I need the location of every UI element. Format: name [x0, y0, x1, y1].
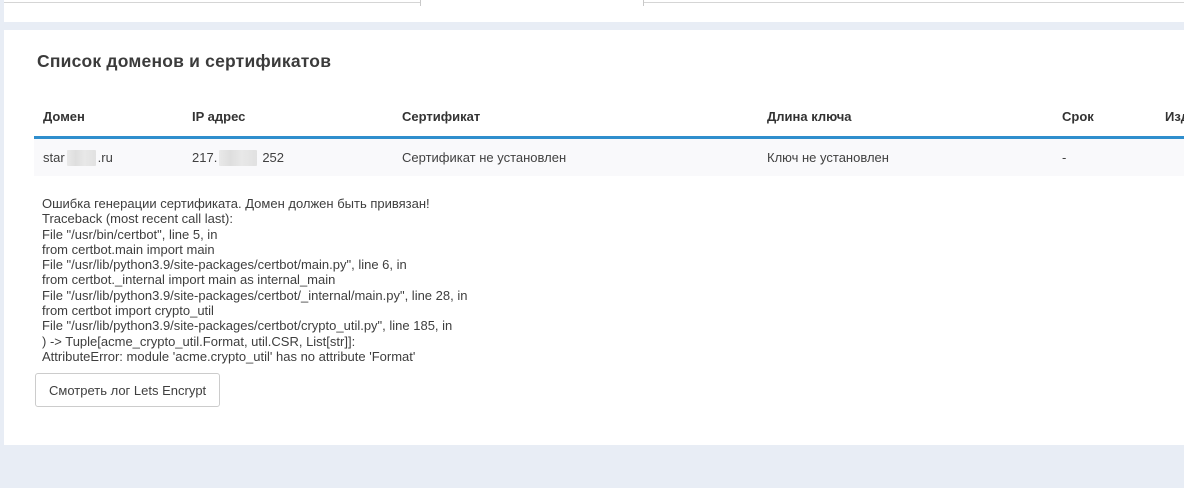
tab-bar	[4, 0, 1184, 22]
tab-segment-active[interactable]	[421, 0, 643, 22]
certificate-error-log: Ошибка генерации сертификата. Домен долж…	[42, 196, 762, 364]
content-card: Список доменов и сертификатов Домен IP а…	[4, 30, 1184, 445]
column-header-certificate: Сертификат	[402, 109, 767, 124]
traceback-line: Traceback (most recent call last):	[42, 211, 762, 226]
traceback-line: from certbot import crypto_util	[42, 303, 762, 318]
view-letsencrypt-log-button[interactable]: Смотреть лог Lets Encrypt	[35, 373, 220, 407]
traceback-line: File "/usr/lib/python3.9/site-packages/c…	[42, 257, 762, 272]
active-tab-left-border	[420, 0, 421, 6]
table-header-row: Домен IP адрес Сертификат Длина ключа Ср…	[34, 109, 1184, 124]
column-header-ip: IP адрес	[192, 109, 402, 124]
domain-cell: star.ru	[43, 150, 192, 166]
traceback-line: File "/usr/bin/certbot", line 5, in	[42, 227, 762, 242]
tab-segment-right[interactable]	[644, 0, 1184, 22]
column-header-term: Срок	[1062, 109, 1165, 124]
tab-divider-left	[4, 2, 420, 3]
tab-segment-left[interactable]	[4, 0, 420, 22]
tab-divider-right	[644, 2, 1184, 3]
term-cell: -	[1062, 150, 1165, 165]
redaction-blur-ip	[219, 150, 257, 166]
column-header-domain: Домен	[43, 109, 192, 124]
active-tab-right-border	[643, 0, 644, 6]
column-header-issuer: Изд	[1165, 109, 1184, 124]
table-row[interactable]: star.ru 217.252 Сертификат не установлен…	[34, 139, 1184, 176]
redaction-blur-domain	[67, 150, 96, 166]
traceback-line: from certbot.main import main	[42, 242, 762, 257]
error-message-line: Ошибка генерации сертификата. Домен долж…	[42, 196, 762, 211]
certificate-cell: Сертификат не установлен	[402, 150, 767, 165]
page: { "theme": { "page_bg": "#e8edf5", "card…	[0, 0, 1184, 488]
key-length-cell: Ключ не установлен	[767, 150, 1062, 165]
column-header-key-length: Длина ключа	[767, 109, 1062, 124]
ip-cell: 217.252	[192, 150, 402, 166]
traceback-line: File "/usr/lib/python3.9/site-packages/c…	[42, 318, 762, 333]
traceback-line: AttributeError: module 'acme.crypto_util…	[42, 349, 762, 364]
traceback-line: from certbot._internal import main as in…	[42, 272, 762, 287]
page-title: Список доменов и сертификатов	[37, 51, 331, 72]
traceback-line: File "/usr/lib/python3.9/site-packages/c…	[42, 288, 762, 303]
traceback-line: ) -> Tuple[acme_crypto_util.Format, util…	[42, 334, 762, 349]
